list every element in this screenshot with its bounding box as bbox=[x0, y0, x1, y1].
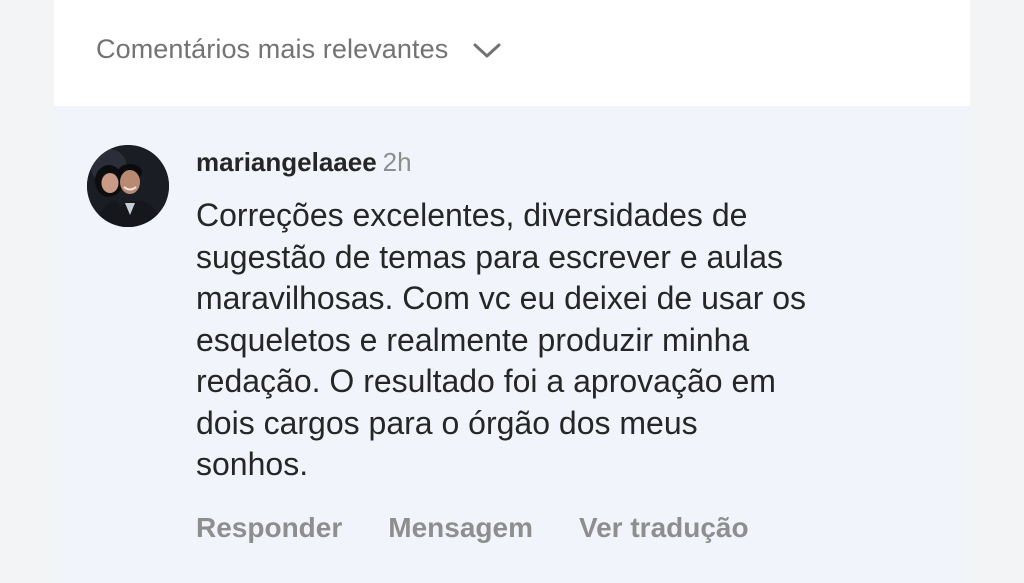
chevron-down-icon[interactable] bbox=[472, 39, 502, 61]
comment-body: mariangelaaee 2h Correções excelentes, di… bbox=[196, 145, 916, 486]
reply-button[interactable]: Responder bbox=[196, 512, 342, 544]
comment-actions: Responder Mensagem Ver tradução bbox=[196, 512, 795, 544]
comment-timestamp: 2h bbox=[382, 147, 412, 177]
avatar[interactable] bbox=[87, 145, 169, 227]
comment-meta: mariangelaaee 2h bbox=[196, 146, 916, 178]
comments-header: Comentários mais relevantes bbox=[54, 0, 970, 106]
translate-button[interactable]: Ver tradução bbox=[579, 512, 749, 544]
message-button[interactable]: Mensagem bbox=[388, 512, 533, 544]
username-link[interactable]: mariangelaaee bbox=[196, 147, 377, 177]
sort-comments-toggle[interactable]: Comentários mais relevantes bbox=[96, 34, 502, 65]
sort-label: Comentários mais relevantes bbox=[96, 34, 449, 64]
comments-screen: Comentários mais relevantes mariangelaae… bbox=[0, 0, 1024, 583]
comment-text: Correções excelentes, diversidades de su… bbox=[196, 197, 807, 482]
